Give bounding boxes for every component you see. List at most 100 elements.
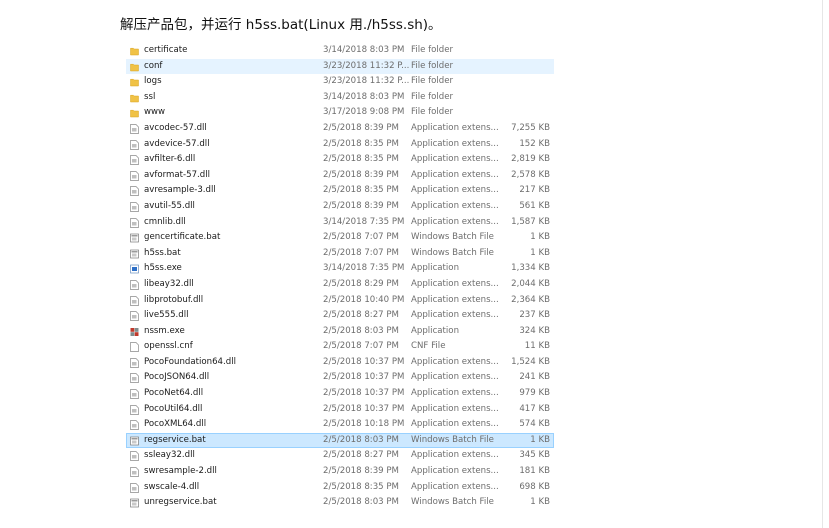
file-date-modified: 2/5/2018 10:40 PM xyxy=(323,294,405,305)
file-row[interactable]: logs 3/23/2018 11:32 P... File folder xyxy=(126,74,554,90)
file-row[interactable]: nssm.exe 2/5/2018 8:03 PM Application 324 K… xyxy=(126,324,554,340)
file-row[interactable]: gencertificate.bat 2/5/2018 7:07 PM Window… xyxy=(126,230,554,246)
file-row[interactable]: PocoXML64.dll 2/5/2018 10:18 PM Applicatio… xyxy=(126,417,554,433)
file-name: swresample-2.dll xyxy=(144,466,217,477)
file-row[interactable]: PocoJSON64.dll 2/5/2018 10:37 PM Applicati… xyxy=(126,370,554,386)
file-name: h5ss.bat xyxy=(144,247,181,258)
file-row[interactable]: swscale-4.dll 2/5/2018 8:35 PM Application… xyxy=(126,480,554,496)
file-date-modified: 2/5/2018 10:18 PM xyxy=(323,419,405,430)
dll-file-icon xyxy=(130,124,139,134)
file-size: 237 KB xyxy=(519,310,550,321)
file-name: unregservice.bat xyxy=(144,497,217,508)
file-date-modified: 2/5/2018 10:37 PM xyxy=(323,372,405,383)
file-row[interactable]: live555.dll 2/5/2018 8:27 PM Application e… xyxy=(126,308,554,324)
file-row[interactable]: unregservice.bat 2/5/2018 8:03 PM Windows … xyxy=(126,495,554,511)
dll-file-icon xyxy=(130,358,139,368)
folder-icon xyxy=(130,62,139,72)
file-date-modified: 2/5/2018 7:07 PM xyxy=(323,341,399,352)
file-date-modified: 2/5/2018 8:39 PM xyxy=(323,466,399,477)
file-row[interactable]: h5ss.exe 3/14/2018 7:35 PM Application 1,33… xyxy=(126,261,554,277)
file-type: Application extens... xyxy=(411,481,499,492)
dll-file-icon xyxy=(130,217,139,228)
file-row[interactable]: ssl 3/14/2018 8:03 PM File folder xyxy=(126,90,554,106)
file-date-modified: 3/14/2018 8:03 PM xyxy=(323,91,405,102)
folder-icon xyxy=(130,93,139,103)
file-type: Windows Batch File xyxy=(411,434,494,445)
dll-file-icon xyxy=(130,311,139,321)
file-name: swscale-4.dll xyxy=(144,481,200,492)
file-size: 698 KB xyxy=(519,481,550,492)
file-date-modified: 2/5/2018 8:39 PM xyxy=(323,200,399,211)
file-type: Application extens... xyxy=(411,138,499,149)
file-name: avcodec-57.dll xyxy=(144,122,207,133)
file-name: ssl xyxy=(144,91,156,102)
file-row[interactable]: libeay32.dll 2/5/2018 8:29 PM Application … xyxy=(126,277,554,293)
exe-file-icon xyxy=(130,264,139,274)
file-type: Application extens... xyxy=(411,419,499,430)
file-name: live555.dll xyxy=(144,310,189,321)
file-row[interactable]: h5ss.bat 2/5/2018 7:07 PM Windows Batch Fi… xyxy=(126,246,554,262)
file-row[interactable]: cmnlib.dll 3/14/2018 7:35 PM Application e… xyxy=(126,215,554,231)
file-name: certificate xyxy=(144,45,188,55)
file-size: 345 KB xyxy=(519,450,550,461)
file-row[interactable]: conf 3/23/2018 11:32 P... File folder xyxy=(126,58,554,75)
file-date-modified: 2/5/2018 10:37 PM xyxy=(323,356,405,367)
file-row[interactable]: PocoNet64.dll 2/5/2018 10:37 PM Applicatio… xyxy=(126,386,554,402)
file-row[interactable]: regservice.bat 2/5/2018 8:03 PM Windows Ba… xyxy=(126,432,554,449)
file-type: File folder xyxy=(411,91,454,102)
file-size: 217 KB xyxy=(519,185,550,196)
file-size: 561 KB xyxy=(519,200,550,211)
file-row[interactable]: avresample-3.dll 2/5/2018 8:35 PM Applicat… xyxy=(126,183,554,199)
file-name: avfilter-6.dll xyxy=(144,154,196,165)
file-size: 2,819 KB xyxy=(511,154,550,165)
file-row[interactable]: libprotobuf.dll 2/5/2018 10:40 PM Applicat… xyxy=(126,293,554,309)
dll-file-icon xyxy=(130,389,139,399)
file-date-modified: 2/5/2018 7:07 PM xyxy=(323,247,399,258)
dll-file-icon xyxy=(130,202,139,212)
file-row[interactable]: PocoFoundation64.dll 2/5/2018 10:37 PM App… xyxy=(126,355,554,371)
page-edge-divider xyxy=(822,0,823,528)
file-row[interactable]: www 3/17/2018 9:08 PM File folder xyxy=(126,105,554,121)
file-name: libprotobuf.dll xyxy=(144,294,204,305)
dll-file-icon xyxy=(130,482,139,493)
file-date-modified: 2/5/2018 7:07 PM xyxy=(323,232,399,243)
file-size: 241 KB xyxy=(519,372,550,383)
file-type: Windows Batch File xyxy=(411,247,494,258)
file-size: 1 KB xyxy=(530,232,550,243)
file-name: h5ss.exe xyxy=(144,263,182,274)
file-size: 574 KB xyxy=(519,419,550,430)
file-row[interactable]: certificate 3/14/2018 8:03 PM File folder xyxy=(126,43,554,59)
file-row[interactable]: avdevice-57.dll 2/5/2018 8:35 PM Applicati… xyxy=(126,137,554,153)
file-row[interactable]: avformat-57.dll 2/5/2018 8:39 PM Applicati… xyxy=(126,168,554,184)
file-name: avdevice-57.dll xyxy=(144,138,210,149)
file-date-modified: 2/5/2018 8:03 PM xyxy=(323,325,399,336)
file-type: File folder xyxy=(411,76,454,87)
file-type: Application extens... xyxy=(411,216,499,227)
file-date-modified: 2/5/2018 8:27 PM xyxy=(323,450,399,461)
file-date-modified: 2/5/2018 8:35 PM xyxy=(323,138,399,149)
file-name: PocoUtil64.dll xyxy=(144,403,203,414)
file-type: Application xyxy=(411,325,460,336)
file-size: 1 KB xyxy=(530,497,550,508)
file-type: Windows Batch File xyxy=(411,497,494,508)
dll-file-icon xyxy=(130,295,139,306)
file-name: PocoFoundation64.dll xyxy=(144,356,236,367)
file-row[interactable]: avfilter-6.dll 2/5/2018 8:35 PM Applicatio… xyxy=(126,152,554,168)
file-type: File folder xyxy=(411,45,454,55)
file-row[interactable]: avcodec-57.dll 2/5/2018 8:39 PM Applicatio… xyxy=(126,121,554,137)
file-name: www xyxy=(144,107,166,118)
file-size: 7,255 KB xyxy=(511,122,550,133)
batch-file-icon xyxy=(130,249,139,259)
file-date-modified: 3/23/2018 11:32 P... xyxy=(323,76,410,87)
file-row[interactable]: ssleay32.dll 2/5/2018 8:27 PM Application … xyxy=(126,448,554,464)
file-type: Application extens... xyxy=(411,154,499,165)
file-row[interactable]: openssl.cnf 2/5/2018 7:07 PM CNF File 11 KB xyxy=(126,339,554,355)
file-size: 2,578 KB xyxy=(511,169,550,180)
file-list: certificate 3/14/2018 8:03 PM File folder c… xyxy=(126,43,554,511)
file-name: openssl.cnf xyxy=(144,341,193,352)
file-row[interactable]: swresample-2.dll 2/5/2018 8:39 PM Applicat… xyxy=(126,464,554,480)
batch-file-icon xyxy=(130,436,139,446)
file-row[interactable]: PocoUtil64.dll 2/5/2018 10:37 PM Applicati… xyxy=(126,402,554,418)
file-row[interactable]: avutil-55.dll 2/5/2018 8:39 PM Application… xyxy=(126,199,554,215)
file-date-modified: 2/5/2018 8:35 PM xyxy=(323,154,399,165)
